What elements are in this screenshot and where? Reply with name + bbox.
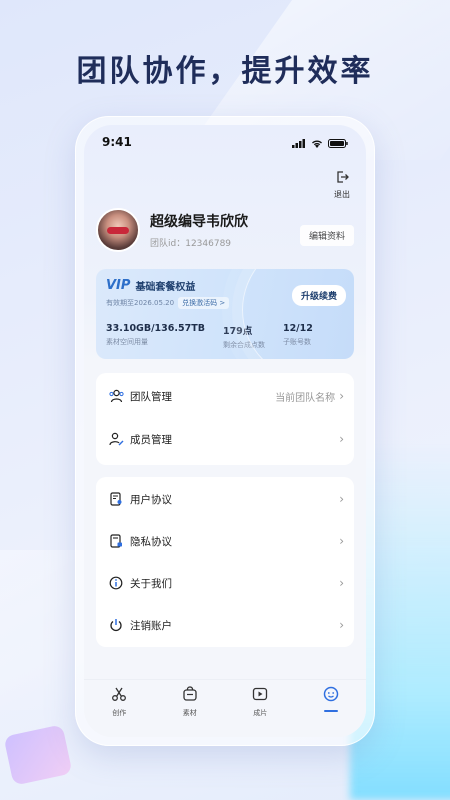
user-agreement-icon (108, 491, 124, 507)
tab-materials[interactable]: 素材 (165, 686, 215, 718)
redeem-code-link[interactable]: 兑换激活码 > (178, 297, 230, 309)
status-time: 9:41 (102, 135, 132, 149)
avatar[interactable] (96, 208, 140, 252)
smile-icon (323, 686, 339, 706)
team-icon (108, 388, 124, 404)
scissors-icon (111, 686, 127, 706)
vip-logo: VIP (106, 278, 131, 293)
member-edit-icon (108, 431, 124, 447)
team-menu-card: 团队管理 当前团队名称 › 成员管理 › (96, 373, 354, 465)
settings-menu-card: 用户协议 › 隐私协议 › 关于我们 › 注销账户 › (96, 477, 354, 647)
tab-finished-videos[interactable]: 成片 (235, 686, 285, 718)
vip-card: VIP 基础套餐权益 有效期至2026.05.20 兑换激活码 > 升级续费 3… (96, 269, 354, 359)
logout-label: 退出 (334, 190, 350, 199)
status-bar: 9:41 (84, 125, 366, 159)
promo-headline: 团队协作，提升效率 (76, 54, 374, 89)
wifi-icon (311, 133, 323, 152)
menu-item-team-management[interactable]: 团队管理 当前团队名称 › (96, 376, 354, 416)
menu-item-about-us[interactable]: 关于我们 › (96, 563, 354, 603)
profile-section: 超级编导韦欣欣 团队id：12346789 编辑资料 (96, 205, 354, 255)
upgrade-renew-button[interactable]: 升级续费 (291, 285, 346, 306)
bag-icon (182, 686, 198, 706)
decorative-block (3, 724, 73, 786)
active-tab-indicator (323, 710, 338, 712)
bottom-tab-bar: 创作 素材 成片 (84, 679, 366, 737)
stat-storage: 33.10GB/136.57TB 素材空间用量 (106, 323, 205, 346)
logout-button[interactable]: 退出 (334, 169, 350, 200)
logout-icon (335, 169, 349, 188)
stat-subaccounts: 12/12 子账号数 (282, 323, 313, 346)
chevron-right-icon: › (339, 576, 344, 590)
menu-item-user-agreement[interactable]: 用户协议 › (96, 479, 354, 519)
signal-icon (292, 133, 306, 152)
battery-icon (328, 133, 348, 152)
profile-name: 超级编导韦欣欣 (150, 214, 248, 230)
menu-item-delete-account[interactable]: 注销账户 › (96, 605, 354, 645)
menu-item-privacy-agreement[interactable]: 隐私协议 › (96, 521, 354, 561)
edit-profile-button[interactable]: 编辑资料 (299, 224, 354, 246)
team-id: 团队id：12346789 (150, 239, 232, 249)
stat-points: 179点 剩余合成点数 (222, 326, 265, 349)
tab-profile[interactable] (306, 686, 356, 712)
power-icon (108, 617, 124, 633)
play-icon (252, 686, 268, 706)
vip-plan-title: 基础套餐权益 (135, 282, 196, 293)
menu-item-member-management[interactable]: 成员管理 › (96, 419, 354, 459)
privacy-lock-icon (108, 533, 124, 549)
current-team-name: 当前团队名称 (275, 392, 336, 404)
vip-expire-date: 有效期至2026.05.20 (106, 299, 175, 307)
chevron-right-icon: › (339, 389, 344, 403)
info-icon (108, 575, 124, 591)
app-screen: 9:41 退出 超级编导韦欣欣 团队id：12346789 编辑资料 VIP 基… (84, 125, 366, 737)
vip-stats: 33.10GB/136.57TB 素材空间用量 179点 剩余合成点数 12/1… (106, 323, 344, 350)
phone-frame: 9:41 退出 超级编导韦欣欣 团队id：12346789 编辑资料 VIP 基… (75, 116, 375, 746)
chevron-right-icon: › (339, 534, 344, 548)
chevron-right-icon: › (339, 492, 344, 506)
chevron-right-icon: › (339, 618, 344, 632)
tab-create[interactable]: 创作 (94, 686, 144, 718)
chevron-right-icon: › (339, 432, 344, 446)
